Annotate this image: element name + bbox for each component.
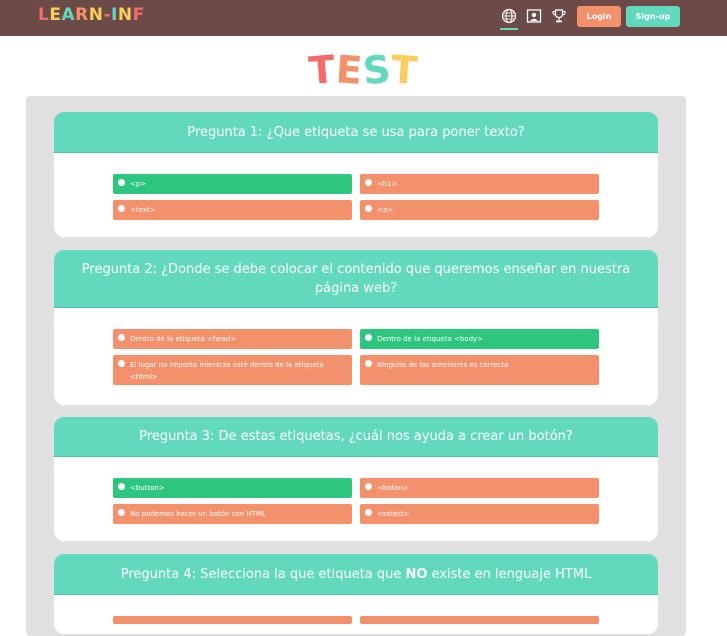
- answer-option[interactable]: [113, 616, 352, 624]
- question-title-prefix: Pregunta 4: Selecciona la que etiqueta q…: [120, 566, 406, 582]
- answer-label: <select>: [377, 510, 410, 518]
- answer-option[interactable]: <boton>: [360, 478, 599, 498]
- radio-dot-icon: [365, 334, 372, 341]
- question-title: Pregunta 2: ¿Donde se debe colocar el co…: [54, 250, 658, 308]
- answer-label: Ninguna de las anteriores es correcta: [377, 361, 509, 369]
- answer-label: <h1>: [377, 180, 398, 188]
- trophy-icon[interactable]: [550, 7, 568, 25]
- question-title-text: Pregunta 4: Selecciona la que etiqueta q…: [121, 565, 592, 584]
- answer-label: Dentro de la etiqueta <body>: [377, 335, 484, 343]
- answer-option[interactable]: No podemos hacer un botón con HTML: [113, 504, 352, 524]
- question-title-text: Pregunta 2: ¿Donde se debe colocar el co…: [81, 261, 631, 296]
- radio-dot-icon: [118, 483, 125, 490]
- question-card-1: Pregunta 1: ¿Que etiqueta se usa para po…: [54, 112, 658, 237]
- answer-option[interactable]: <button>: [113, 478, 352, 498]
- answer-label: <text>: [130, 206, 156, 214]
- question-card-4: Pregunta 4: Selecciona la que etiqueta q…: [54, 554, 658, 634]
- question-title-suffix: existe en lenguaje HTML: [427, 566, 592, 582]
- nav-icons: [500, 7, 568, 30]
- answer-label: El lugar no importa mientras esté dentro…: [130, 361, 324, 381]
- answer-option[interactable]: <a>: [360, 200, 599, 220]
- question-title: Pregunta 4: Selecciona la que etiqueta q…: [54, 554, 658, 595]
- navbar: LEARN-INF Login Sign-up: [0, 0, 727, 36]
- radio-dot-icon: [365, 483, 372, 490]
- question-title-text: Pregunta 3: De estas etiquetas, ¿cuál no…: [139, 429, 573, 444]
- logo[interactable]: LEARN-INF: [38, 5, 145, 25]
- answer-option[interactable]: [360, 616, 599, 624]
- answer-label: <a>: [377, 206, 394, 214]
- radio-dot-icon: [118, 179, 125, 186]
- question-title-emphasis: NO: [405, 566, 428, 582]
- radio-dot-icon: [365, 360, 372, 367]
- radio-dot-icon: [365, 509, 372, 516]
- question-title-text: Pregunta 1: ¿Que etiqueta se usa para po…: [187, 124, 525, 140]
- radio-dot-icon: [365, 179, 372, 186]
- answer-option[interactable]: Dentro de la etiqueta <body>: [360, 329, 599, 349]
- page-title: TEST: [307, 46, 420, 94]
- answer-option[interactable]: <select>: [360, 504, 599, 524]
- answer-label: <button>: [130, 484, 165, 492]
- question-title: Pregunta 3: De estas etiquetas, ¿cuál no…: [54, 417, 658, 457]
- answer-option[interactable]: El lugar no importa mientras esté dentro…: [113, 355, 352, 385]
- answer-option[interactable]: <p>: [113, 174, 352, 194]
- answer-label: <boton>: [377, 484, 409, 492]
- signup-button[interactable]: Sign-up: [626, 6, 680, 27]
- answer-label: No podemos hacer un botón con HTML: [130, 510, 266, 518]
- radio-dot-icon: [118, 334, 125, 341]
- radio-dot-icon: [118, 360, 125, 367]
- question-card-3: Pregunta 3: De estas etiquetas, ¿cuál no…: [54, 417, 658, 541]
- answer-label: <p>: [130, 180, 147, 188]
- answer-option[interactable]: Ninguna de las anteriores es correcta: [360, 355, 599, 385]
- user-card-icon[interactable]: [525, 7, 543, 25]
- answer-option[interactable]: <text>: [113, 200, 352, 220]
- answer-option[interactable]: <h1>: [360, 174, 599, 194]
- login-button[interactable]: Login: [577, 6, 621, 27]
- question-card-2: Pregunta 2: ¿Donde se debe colocar el co…: [54, 250, 658, 405]
- radio-dot-icon: [118, 509, 125, 516]
- answer-option[interactable]: Dentro de la etiqueta <head>: [113, 329, 352, 349]
- radio-dot-icon: [365, 205, 372, 212]
- answer-label: Dentro de la etiqueta <head>: [130, 335, 237, 343]
- globe-icon[interactable]: [500, 7, 518, 30]
- radio-dot-icon: [118, 205, 125, 212]
- question-title: Pregunta 1: ¿Que etiqueta se usa para po…: [54, 112, 658, 153]
